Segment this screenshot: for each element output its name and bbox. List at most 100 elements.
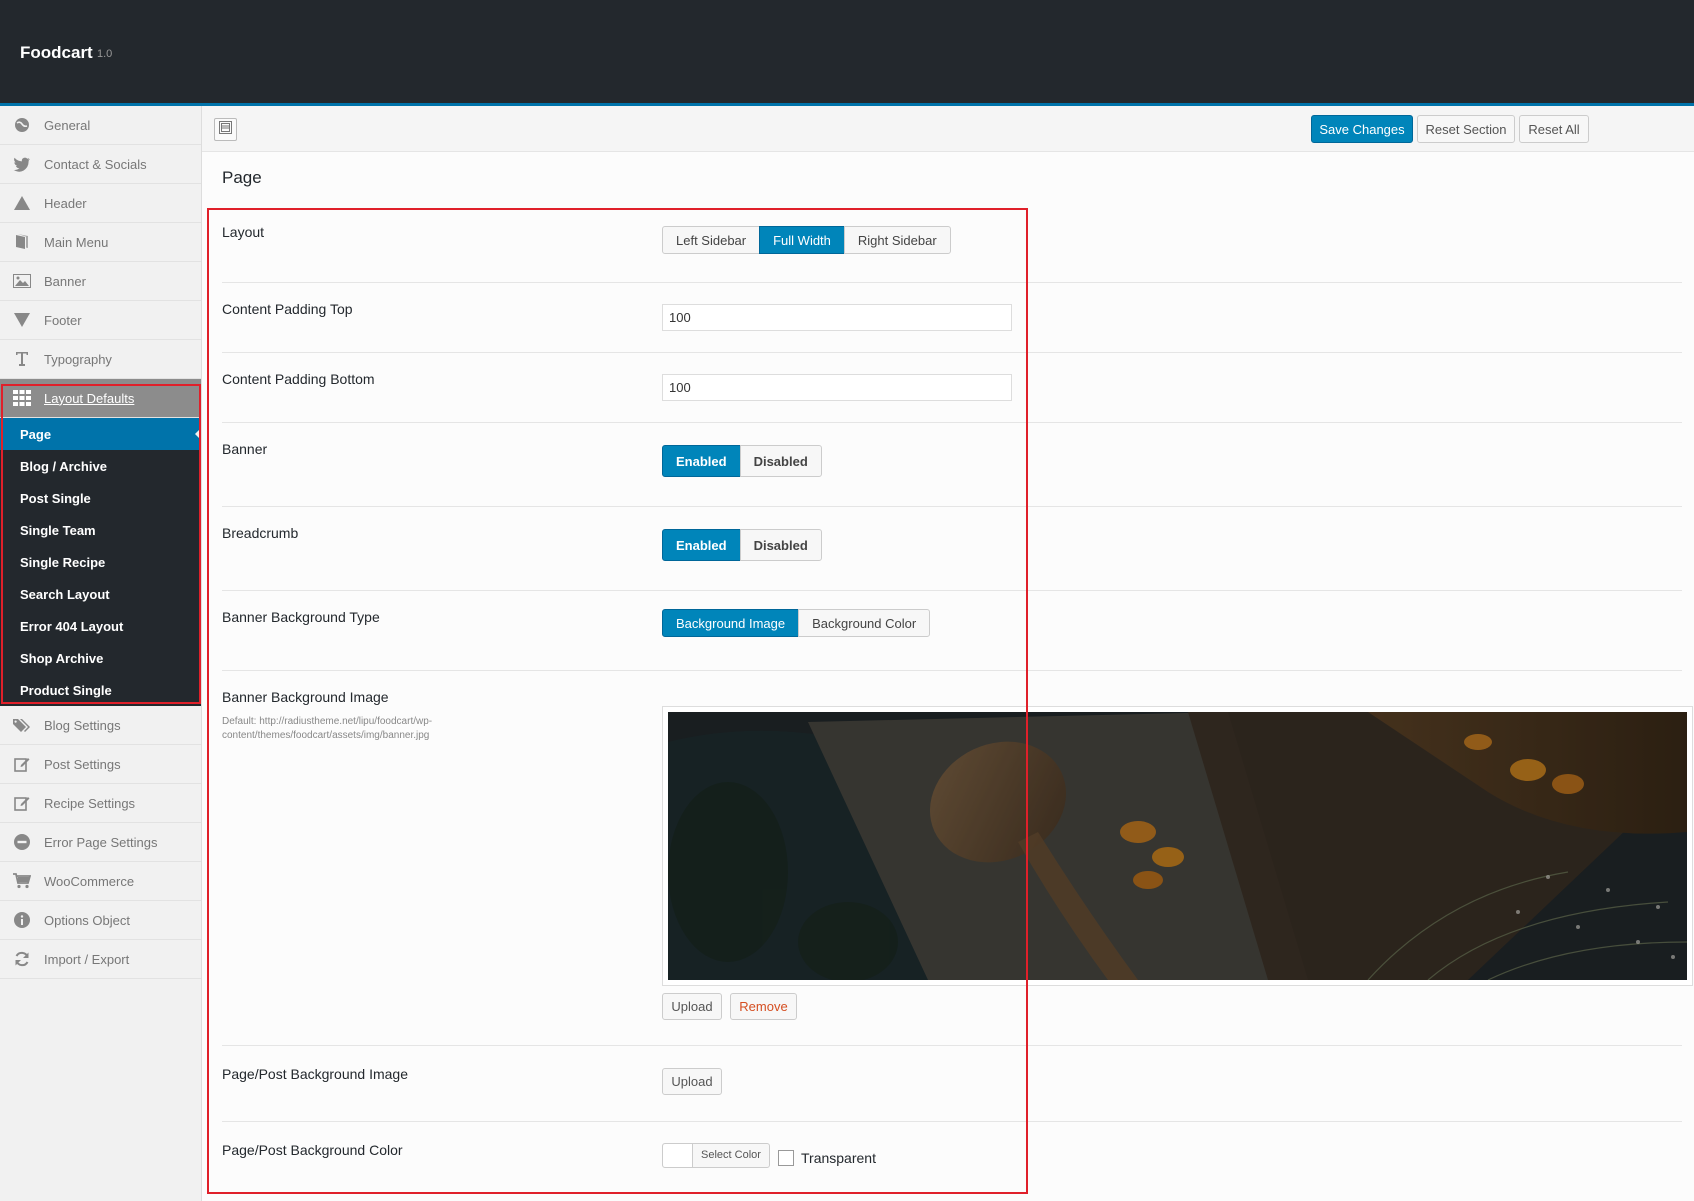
sidebar-item-label: General <box>44 117 91 133</box>
breadcrumb-row: Breadcrumb Enabled Disabled <box>222 507 1682 591</box>
padding-top-input[interactable] <box>662 304 1012 331</box>
sidebar-item-woocommerce[interactable]: WooCommerce <box>0 862 201 901</box>
banner-bg-type-row: Banner Background Type Background Image … <box>222 591 1682 671</box>
sidebar-item-label: WooCommerce <box>44 873 135 889</box>
banner-image-preview <box>662 706 1693 986</box>
page-bg-color-label: Page/Post Background Color <box>222 1142 403 1158</box>
padding-top-label: Content Padding Top <box>222 301 353 317</box>
options-toolbar: Save Changes Reset Section Reset All <box>202 106 1694 152</box>
padding-top-row: Content Padding Top <box>222 283 1682 353</box>
sidebar-item-typography[interactable]: Typography <box>0 340 201 379</box>
edit-icon <box>0 756 44 772</box>
image-icon <box>0 274 44 288</box>
top-header: Foodcart 1.0 <box>0 0 1694 106</box>
text-icon <box>0 351 44 367</box>
page-title: Page <box>222 168 262 187</box>
sidebar-item-recipe-settings[interactable]: Recipe Settings <box>0 784 201 823</box>
sidebar-item-label: Layout Defaults <box>44 390 135 406</box>
book-icon <box>0 234 44 250</box>
twitter-icon <box>0 157 44 172</box>
banner-switch: Enabled Disabled <box>662 445 822 477</box>
padding-bottom-row: Content Padding Bottom <box>222 353 1682 423</box>
page-bg-image-label: Page/Post Background Image <box>222 1066 409 1082</box>
banner-photo <box>668 712 1687 980</box>
sidebar-item-error-page-settings[interactable]: Error Page Settings <box>0 823 201 862</box>
layout-row: Layout Left Sidebar Full Width Right Sid… <box>222 206 1682 283</box>
save-changes-button[interactable]: Save Changes <box>1311 115 1413 143</box>
sidebar: General Contact & Socials Header Main Me… <box>0 106 202 1201</box>
sidebar-item-label: Contact & Socials <box>44 156 147 172</box>
select-color-label: Select Color <box>701 1149 761 1161</box>
sidebar-item-label: Banner <box>44 273 86 289</box>
color-picker-button[interactable]: Select Color <box>662 1143 770 1168</box>
layout-label: Layout <box>222 224 265 240</box>
layout-button-set: Left Sidebar Full Width Right Sidebar <box>662 226 951 254</box>
sidebar-item-footer[interactable]: Footer <box>0 301 201 340</box>
layout-full-width-option[interactable]: Full Width <box>759 226 845 254</box>
page-bg-image-row: Page/Post Background Image Upload <box>222 1046 1682 1122</box>
banner-default-url: Default: http://radiustheme.net/lipu/foo… <box>222 716 433 741</box>
transparent-checkbox[interactable] <box>778 1150 794 1166</box>
globe-icon <box>0 117 44 133</box>
sidebar-item-blog-settings[interactable]: Blog Settings <box>0 706 201 745</box>
banner-bg-type-label: Banner Background Type <box>222 609 380 625</box>
bg-color-option[interactable]: Background Color <box>798 609 931 637</box>
submenu-item-single-team[interactable]: Single Team <box>0 514 201 546</box>
submenu-item-shop-archive[interactable]: Shop Archive <box>0 642 201 674</box>
main-panel: Save Changes Reset Section Reset All Pag… <box>202 106 1694 1201</box>
sidebar-item-banner[interactable]: Banner <box>0 262 201 301</box>
submenu-item-search-layout[interactable]: Search Layout <box>0 578 201 610</box>
sidebar-item-import-export[interactable]: Import / Export <box>0 940 201 979</box>
sidebar-item-options-object[interactable]: Options Object <box>0 901 201 940</box>
bg-image-option[interactable]: Background Image <box>662 609 800 637</box>
sidebar-item-label: Error Page Settings <box>44 834 158 850</box>
info-icon <box>0 912 44 928</box>
banner-bg-type-button-set: Background Image Background Color <box>662 609 931 637</box>
page-bg-color-row: Page/Post Background Color Select Color … <box>222 1122 1682 1198</box>
refresh-icon <box>0 951 44 967</box>
sidebar-item-label: Main Menu <box>44 234 109 250</box>
breadcrumb-disabled-option[interactable]: Disabled <box>739 529 822 561</box>
minus-circle-icon <box>0 834 44 850</box>
reset-all-button[interactable]: Reset All <box>1519 115 1589 143</box>
cart-icon <box>0 873 44 889</box>
padding-bottom-input[interactable] <box>662 374 1012 401</box>
breadcrumb-enabled-option[interactable]: Enabled <box>662 529 741 561</box>
banner-disabled-option[interactable]: Disabled <box>739 445 822 477</box>
layout-right-sidebar-option[interactable]: Right Sidebar <box>843 226 951 254</box>
submenu-item-single-recipe[interactable]: Single Recipe <box>0 546 201 578</box>
banner-upload-button[interactable]: Upload <box>662 993 722 1020</box>
color-swatch <box>663 1144 693 1167</box>
sidebar-item-contact-socials[interactable]: Contact & Socials <box>0 145 201 184</box>
banner-bg-image-row: Banner Background Image Default: http://… <box>222 671 1693 1046</box>
reset-section-button[interactable]: Reset Section <box>1417 115 1515 143</box>
sidebar-item-label: Header <box>44 195 87 211</box>
sidebar-item-label: Post Settings <box>44 756 121 772</box>
sidebar-item-layout-defaults[interactable]: Layout Defaults <box>0 379 201 418</box>
layout-left-sidebar-option[interactable]: Left Sidebar <box>662 226 761 254</box>
triangle-down-icon <box>0 313 44 327</box>
sidebar-item-post-settings[interactable]: Post Settings <box>0 745 201 784</box>
page-bg-upload-button[interactable]: Upload <box>662 1068 722 1095</box>
submenu-item-product-single[interactable]: Product Single <box>0 674 201 706</box>
sidebar-item-general[interactable]: General <box>0 106 201 145</box>
sidebar-item-label: Recipe Settings <box>44 795 136 811</box>
banner-label: Banner <box>222 441 268 457</box>
tags-icon <box>0 718 44 733</box>
layout-defaults-submenu: Page Blog / Archive Post Single Single T… <box>0 418 201 706</box>
sidebar-item-main-menu[interactable]: Main Menu <box>0 223 201 262</box>
sidebar-item-label: Typography <box>44 351 112 367</box>
expand-toggle-button[interactable] <box>214 118 237 141</box>
sidebar-item-header[interactable]: Header <box>0 184 201 223</box>
submenu-item-post-single[interactable]: Post Single <box>0 482 201 514</box>
sidebar-item-label: Options Object <box>44 912 130 928</box>
sidebar-item-label: Import / Export <box>44 951 130 967</box>
submenu-item-page[interactable]: Page <box>0 418 201 450</box>
transparent-option[interactable]: Transparent <box>778 1150 876 1166</box>
triangle-up-icon <box>0 196 44 210</box>
submenu-item-error-404-layout[interactable]: Error 404 Layout <box>0 610 201 642</box>
banner-enabled-option[interactable]: Enabled <box>662 445 741 477</box>
breadcrumb-label: Breadcrumb <box>222 525 299 541</box>
banner-remove-button[interactable]: Remove <box>730 993 797 1020</box>
submenu-item-blog-archive[interactable]: Blog / Archive <box>0 450 201 482</box>
